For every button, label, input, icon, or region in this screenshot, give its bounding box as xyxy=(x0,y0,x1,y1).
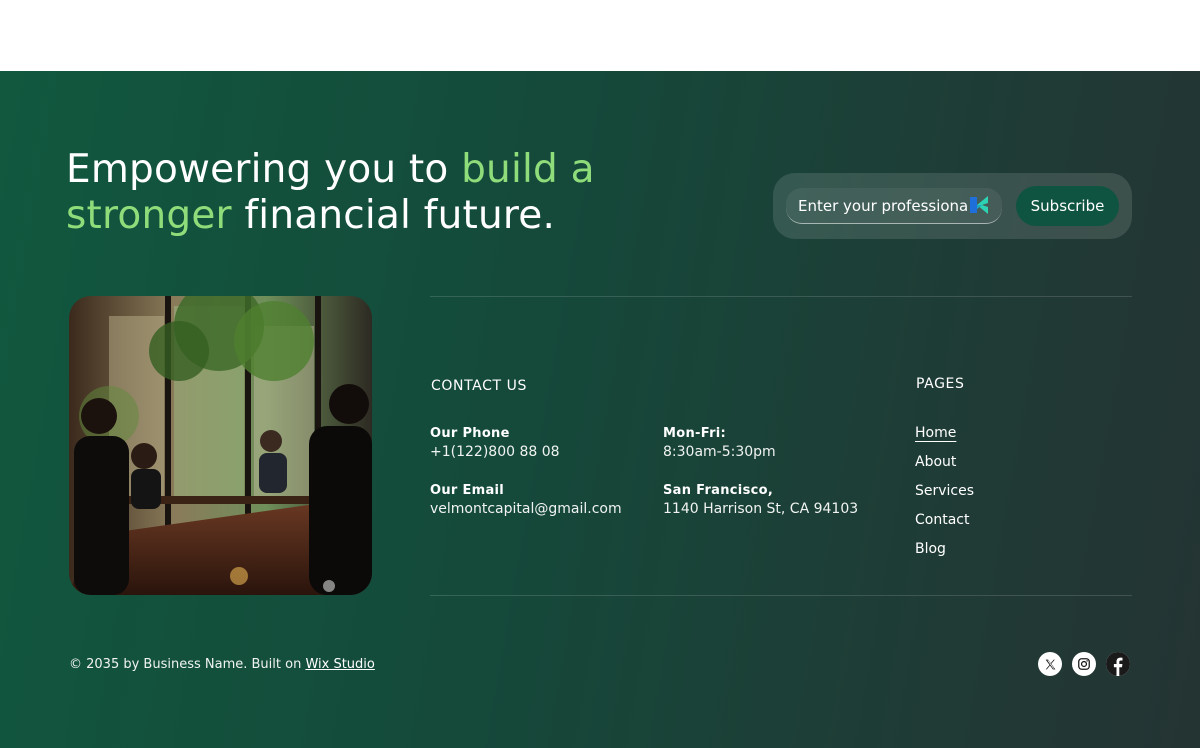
headline-part-1: Empowering you to xyxy=(66,147,462,192)
headline-part-2: financial future. xyxy=(231,193,556,238)
footer-headline: Empowering you to build a stronger finan… xyxy=(66,147,666,239)
hours-block: Mon-Fri: 8:30am-5:30pm xyxy=(663,426,776,460)
nav-link-about[interactable]: About xyxy=(915,454,956,470)
address-label: San Francisco, xyxy=(663,483,774,498)
nav-link-services[interactable]: Services xyxy=(915,483,974,499)
divider-top xyxy=(430,296,1132,297)
copyright: © 2035 by Business Name. Built on Wix St… xyxy=(69,657,375,672)
nav-item-services: Services xyxy=(915,482,974,511)
email-label: Our Email xyxy=(430,483,505,498)
email-block: Our Email velmontcapital@gmail.com xyxy=(430,483,622,517)
divider-bottom xyxy=(430,595,1132,596)
nav-item-home: Home xyxy=(915,424,974,453)
wix-studio-link[interactable]: Wix Studio xyxy=(305,657,374,672)
pages-title: PAGES xyxy=(916,376,965,392)
nav-item-blog: Blog xyxy=(915,540,974,569)
nav-item-about: About xyxy=(915,453,974,482)
hours-value: 8:30am-5:30pm xyxy=(663,444,776,460)
x-icon[interactable] xyxy=(1038,652,1062,676)
nav-link-home[interactable]: Home xyxy=(915,425,956,441)
nav-item-contact: Contact xyxy=(915,511,974,540)
phone-label: Our Phone xyxy=(430,426,510,441)
headline-accent-1: build a xyxy=(461,147,595,192)
headline-accent-2: stronger xyxy=(66,193,232,238)
phone-value: +1(122)800 88 08 xyxy=(430,444,560,460)
instagram-icon[interactable] xyxy=(1072,652,1096,676)
meeting-photo xyxy=(69,296,372,595)
hours-label: Mon-Fri: xyxy=(663,426,727,441)
pages-nav: Home About Services Contact Blog xyxy=(915,424,974,569)
copyright-text: © 2035 by Business Name. Built on xyxy=(69,657,306,672)
phone-block: Our Phone +1(122)800 88 08 xyxy=(430,426,560,460)
address-block: San Francisco, 1140 Harrison St, CA 9410… xyxy=(663,483,858,517)
email-value: velmontcapital@gmail.com xyxy=(430,501,622,517)
contact-us-title: CONTACT US xyxy=(431,378,527,394)
site-footer: Empowering you to build a stronger finan… xyxy=(0,71,1200,748)
nav-link-contact[interactable]: Contact xyxy=(915,512,969,528)
subscribe-button[interactable]: Subscribe xyxy=(1016,186,1119,226)
nav-link-blog[interactable]: Blog xyxy=(915,541,946,557)
address-value: 1140 Harrison St, CA 94103 xyxy=(663,501,859,517)
subscribe-form: Subscribe xyxy=(773,173,1132,239)
social-links xyxy=(1038,652,1130,676)
top-blank-area xyxy=(0,0,1200,71)
autofill-extension-icon[interactable] xyxy=(968,194,990,216)
facebook-icon[interactable] xyxy=(1106,652,1130,676)
